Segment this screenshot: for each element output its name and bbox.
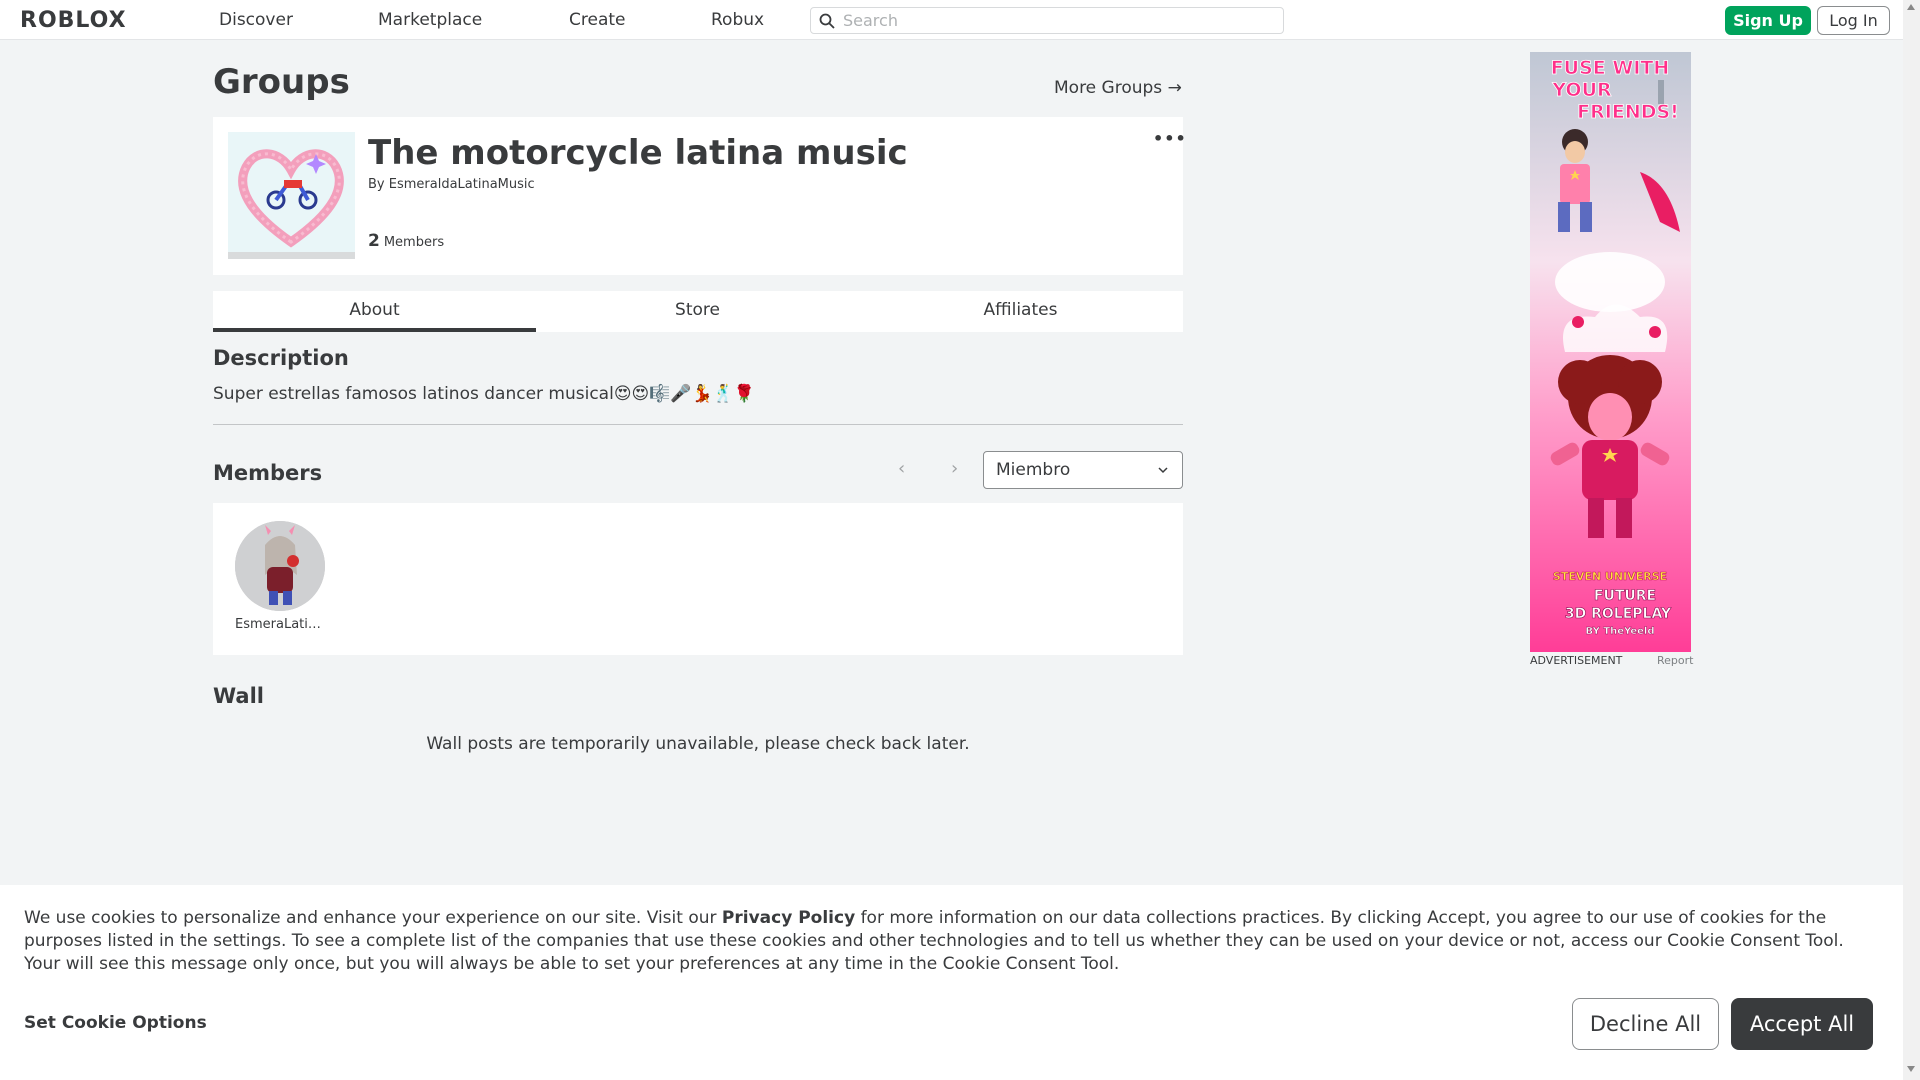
advertisement-label: ADVERTISEMENT	[1530, 654, 1623, 667]
top-navigation-bar: ROBLOX Discover Marketplace Create Robux…	[0, 0, 1920, 40]
cookie-text-before: We use cookies to personalize and enhanc…	[24, 908, 722, 928]
ad-brand-1: STEVEN UNIVERSE	[1553, 570, 1667, 583]
wall-heading: Wall	[213, 684, 264, 708]
members-heading: Members	[213, 461, 323, 485]
ad-headline-2: YOUR	[1551, 79, 1612, 101]
ad-headline-1: FUSE WITH	[1551, 57, 1670, 79]
cookie-consent-text: We use cookies to personalize and enhanc…	[24, 907, 1880, 976]
group-owner-link[interactable]: EsmeraldaLatinaMusic	[389, 177, 535, 192]
tab-store[interactable]: Store	[536, 291, 859, 332]
log-in-button[interactable]: Log In	[1817, 6, 1890, 35]
more-groups-link[interactable]: More Groups →	[1054, 78, 1182, 98]
ad-headline-3: FRIENDS!	[1577, 101, 1679, 123]
group-more-options-icon[interactable]: •••	[1153, 129, 1187, 148]
decline-all-button[interactable]: Decline All	[1572, 998, 1719, 1050]
avatar-figure-icon	[235, 521, 325, 611]
cookie-consent-banner: We use cookies to personalize and enhanc…	[0, 885, 1903, 1080]
set-cookie-options-link[interactable]: Set Cookie Options	[24, 1013, 207, 1033]
nav-link-marketplace[interactable]: Marketplace	[378, 10, 482, 30]
group-member-count: 2 Members	[368, 231, 444, 251]
tab-about[interactable]: About	[213, 291, 536, 332]
advertisement-image: FUSE WITH YOUR FRIENDS! STEVEN UNIVERSE …	[1530, 52, 1691, 652]
roblox-logo[interactable]: ROBLOX	[20, 8, 127, 33]
description-heading: Description	[213, 346, 349, 370]
group-emblem-icon	[228, 132, 355, 259]
role-select-dropdown[interactable]: Miembro	[983, 451, 1183, 489]
members-prev-page-icon[interactable]: ‹	[898, 458, 905, 479]
member-name-link[interactable]: EsmeraLatin...	[235, 617, 327, 632]
ad-brand-4: BY TheYeeld	[1586, 626, 1655, 637]
advertisement-banner[interactable]: FUSE WITH YOUR FRIENDS! STEVEN UNIVERSE …	[1530, 52, 1691, 652]
group-by-prefix: By	[368, 177, 385, 192]
search-icon	[819, 13, 835, 29]
group-name: The motorcycle latina music	[368, 133, 908, 173]
wall-unavailable-message: Wall posts are temporarily unavailable, …	[426, 734, 970, 754]
chevron-down-icon	[1158, 467, 1168, 474]
member-count-number: 2	[368, 231, 380, 251]
role-select-value: Miembro	[996, 460, 1071, 480]
group-emblem-image	[228, 132, 355, 259]
tab-affiliates[interactable]: Affiliates	[859, 291, 1182, 332]
scroll-down-arrow-icon[interactable]	[1907, 1066, 1915, 1072]
page-title: Groups	[213, 62, 350, 102]
search-box[interactable]	[810, 7, 1284, 34]
search-input[interactable]	[843, 11, 1263, 30]
members-next-page-icon[interactable]: ›	[951, 458, 958, 479]
sign-up-button[interactable]: Sign Up	[1725, 6, 1811, 35]
group-owner-line: By EsmeraldaLatinaMusic	[368, 177, 535, 192]
ad-brand-2: FUTURE	[1594, 588, 1656, 604]
nav-link-robux[interactable]: Robux	[711, 10, 764, 30]
scroll-up-arrow-icon[interactable]	[1907, 4, 1915, 10]
nav-link-create[interactable]: Create	[569, 10, 626, 30]
group-tabs: About Store Affiliates	[213, 291, 1183, 332]
privacy-policy-link[interactable]: Privacy Policy	[722, 908, 855, 928]
member-avatar[interactable]	[235, 521, 325, 611]
description-text: Super estrellas famosos latinos dancer m…	[213, 384, 756, 404]
member-count-label: Members	[383, 235, 445, 250]
advertisement-report-link[interactable]: Report	[1657, 654, 1693, 667]
nav-link-discover[interactable]: Discover	[219, 10, 293, 30]
accept-all-button[interactable]: Accept All	[1731, 998, 1873, 1050]
vertical-scrollbar[interactable]	[1903, 0, 1920, 1080]
group-header-card: The motorcycle latina music By Esmeralda…	[213, 117, 1186, 275]
members-list: EsmeraLatin...	[213, 503, 1183, 655]
section-divider	[213, 424, 1183, 425]
ad-brand-3: 3D ROLEPLAY	[1565, 606, 1672, 622]
